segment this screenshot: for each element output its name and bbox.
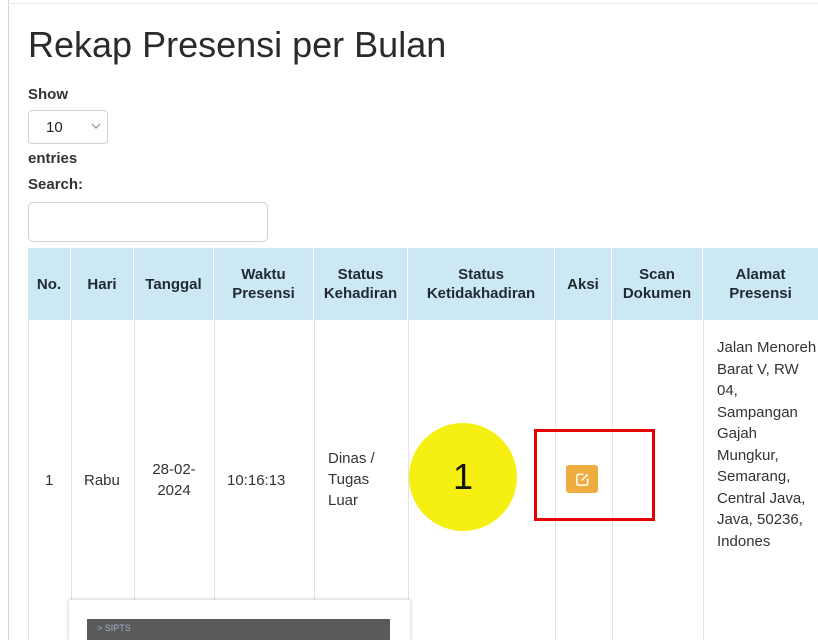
cell-divider xyxy=(134,320,135,640)
popup-card[interactable]: > SIPTS xyxy=(69,600,410,640)
chevron-down-icon xyxy=(91,123,101,129)
cell-hari: Rabu xyxy=(84,472,120,489)
page-left-border xyxy=(8,0,9,640)
step-marker: 1 xyxy=(409,423,517,531)
cell-divider xyxy=(214,320,215,640)
cell-no: 1 xyxy=(45,472,54,489)
column-header-aksi[interactable]: Aksi xyxy=(555,248,612,320)
cell-alamat-presensi: Jalan Menoreh Barat V, RW 04, Sampangan … xyxy=(717,339,817,550)
page-size-value: 10 xyxy=(46,119,63,136)
page-top-border xyxy=(8,3,818,4)
column-header-status-ketidakhadiran[interactable]: Status Ketidakhadiran xyxy=(408,248,555,320)
search-input[interactable] xyxy=(28,202,268,242)
entries-label: entries xyxy=(28,150,78,167)
column-header-waktu-presensi[interactable]: Waktu Presensi xyxy=(214,248,314,320)
cell-waktu-presensi: 10:16:13 xyxy=(227,472,286,489)
cell-divider xyxy=(314,320,315,640)
popup-bar: > SIPTS xyxy=(87,619,390,640)
column-header-status-kehadiran[interactable]: Status Kehadiran xyxy=(314,248,408,320)
column-header-tanggal[interactable]: Tanggal xyxy=(134,248,214,320)
cell-tanggal: 28-02-2024 xyxy=(152,461,196,499)
cell-divider xyxy=(71,320,72,640)
highlight-box xyxy=(534,429,655,521)
page-size-select[interactable]: 10 xyxy=(28,110,108,144)
page-title: Rekap Presensi per Bulan xyxy=(28,24,447,65)
cell-divider xyxy=(703,320,704,640)
popup-text: > SIPTS xyxy=(97,623,131,633)
search-label: Search: xyxy=(28,176,84,193)
table-header: No. Hari Tanggal Waktu Presensi Status K… xyxy=(28,248,818,320)
cell-status-kehadiran: Dinas / Tugas Luar xyxy=(328,450,375,509)
show-label: Show xyxy=(28,86,68,103)
column-header-hari[interactable]: Hari xyxy=(71,248,134,320)
cell-divider xyxy=(28,320,29,640)
column-header-alamat-presensi[interactable]: Alamat Presensi xyxy=(703,248,818,320)
column-header-no[interactable]: No. xyxy=(28,248,71,320)
column-header-scan-dokumen[interactable]: Scan Dokumen xyxy=(612,248,703,320)
